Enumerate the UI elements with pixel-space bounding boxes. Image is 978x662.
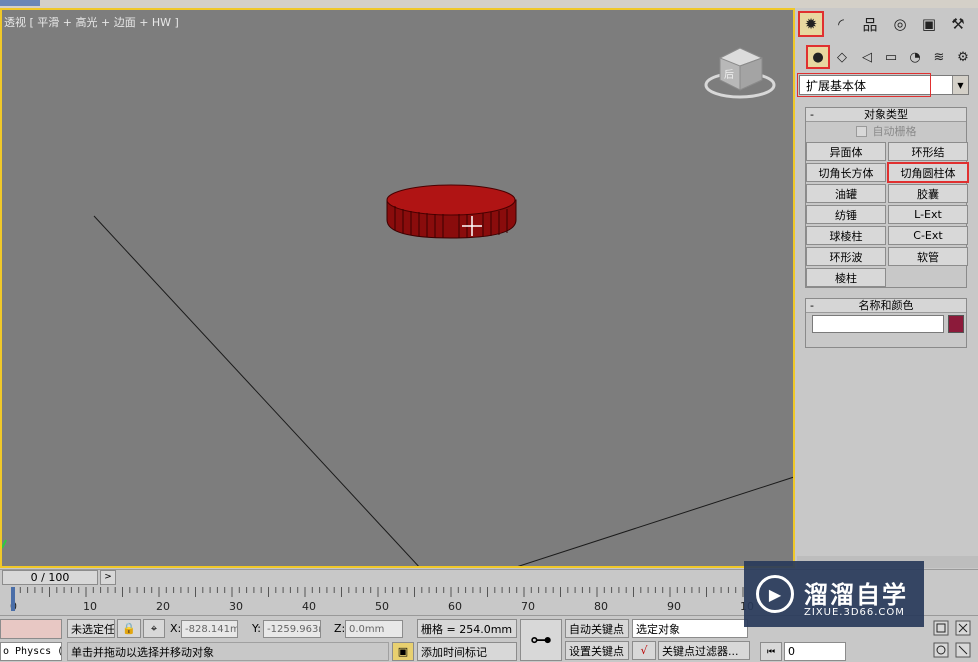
lock-icon[interactable]: 🔒	[117, 619, 141, 638]
viewcube-icon[interactable]	[704, 47, 776, 99]
y-coordinate-input[interactable]: -1259.963mm	[263, 620, 321, 638]
object-type-title: 对象类型	[864, 108, 908, 121]
key-mode-dropdown[interactable]: 选定对象	[632, 619, 748, 638]
absolute-mode-icon[interactable]: ⌖	[143, 619, 165, 638]
autogrid-checkbox[interactable]: 自动栅格	[806, 122, 966, 140]
current-frame-marker[interactable]	[11, 587, 15, 611]
perspective-viewport[interactable]: 后 透视 [ 平滑 + 高光 + 边面 + HW ]	[0, 8, 795, 568]
primitive-buttons: 异面体 环形结 切角长方体 切角圆柱体 油罐 胶囊 纺锤 L-Ext 球棱柱 C…	[806, 140, 969, 287]
go-to-start-icon[interactable]: ⏮	[760, 642, 782, 661]
ruler-tick-label: 60	[448, 600, 462, 613]
maximize-toggle-icon[interactable]	[955, 620, 971, 636]
chamfer-cylinder-object[interactable]	[386, 184, 517, 239]
script-listener-output[interactable]: o Physcs (	[0, 642, 62, 661]
ruler-tick-label: 80	[594, 600, 608, 613]
ruler-tick-label: 90	[667, 600, 681, 613]
key-tangent-icon[interactable]: √	[632, 641, 656, 660]
ruler-tick-label: 50	[375, 600, 389, 613]
watermark-logo: ▶ 溜溜自学 ZIXUE.3D66.COM	[744, 561, 924, 627]
autogrid-label: 自动栅格	[872, 125, 917, 138]
zoom-extents-icon[interactable]	[933, 620, 949, 636]
oil-tank-button[interactable]: 油罐	[806, 184, 886, 203]
utilities-icon[interactable]: ⚒	[946, 12, 970, 36]
helpers-icon[interactable]: ◔	[904, 46, 926, 68]
ruler-tick-label: 70	[521, 600, 535, 613]
cameras-icon[interactable]: ▭	[880, 46, 902, 68]
watermark-title: 溜溜自学	[804, 581, 908, 609]
spindle-button[interactable]: 纺锤	[806, 205, 886, 224]
object-type-rollout: - 对象类型 自动栅格 异面体 环形结 切角长方体 切角圆柱体 油罐 胶囊 纺锤…	[805, 107, 969, 288]
grid-line-right	[517, 476, 793, 566]
hose-button[interactable]: 软管	[888, 247, 968, 266]
next-frame-button[interactable]: >	[100, 570, 116, 585]
grid-line-left	[93, 215, 419, 566]
l-ext-button[interactable]: L-Ext	[888, 205, 968, 224]
object-color-swatch[interactable]	[948, 315, 964, 333]
current-frame-input[interactable]: 0	[784, 642, 846, 661]
object-type-header[interactable]: - 对象类型	[806, 108, 966, 122]
viewport-navigation-controls	[926, 617, 978, 662]
key-mode-value: 选定对象	[636, 622, 680, 636]
ring-wave-button[interactable]: 环形波	[806, 247, 886, 266]
geometry-icon[interactable]: ●	[806, 45, 830, 69]
prism-button[interactable]: 棱柱	[806, 268, 886, 287]
ruler-tick-label: 10	[83, 600, 97, 613]
z-label: Z:	[334, 622, 346, 635]
viewport-scene: 后	[2, 47, 793, 566]
min-max-icon[interactable]	[955, 642, 971, 658]
grid-size-display: 栅格 = 254.0mm	[417, 619, 517, 638]
systems-icon[interactable]: ⚙	[952, 46, 974, 68]
y-label: Y:	[252, 622, 261, 635]
dropdown-highlight	[797, 73, 931, 97]
z-coordinate-input[interactable]: 0.0mm	[345, 620, 403, 638]
maxscript-mini-listener[interactable]	[0, 619, 62, 639]
name-color-rollout: - 名称和颜色	[805, 298, 967, 348]
name-color-title: 名称和颜色	[858, 299, 914, 312]
x-label: X:	[170, 622, 182, 635]
checkbox-icon[interactable]	[855, 125, 867, 137]
display-icon[interactable]: ▣	[917, 12, 941, 36]
chevron-down-icon[interactable]: ▼	[952, 76, 968, 94]
ruler-tick-label: 30	[229, 600, 243, 613]
play-icon: ▶	[756, 575, 794, 613]
collapse-icon[interactable]: -	[810, 299, 814, 312]
axis-tripod-icon	[2, 539, 7, 549]
selection-count: 未选定任	[67, 619, 115, 638]
gengon-button[interactable]: 球棱柱	[806, 226, 886, 245]
ruler-tick-label: 20	[156, 600, 170, 613]
c-ext-button[interactable]: C-Ext	[888, 226, 968, 245]
modify-icon[interactable]: ◜	[829, 12, 853, 36]
spacewarps-icon[interactable]: ≋	[928, 46, 950, 68]
watermark-url: ZIXUE.3D66.COM	[804, 607, 905, 618]
window-tab[interactable]	[0, 0, 40, 6]
title-strip	[0, 0, 978, 8]
chamfer-cyl-button[interactable]: 切角圆柱体	[887, 162, 969, 183]
motion-icon[interactable]: ◎	[888, 12, 912, 36]
x-coordinate-input[interactable]: -828.141mm	[181, 620, 238, 638]
set-key-icon[interactable]: ⊶	[520, 619, 562, 661]
command-panel: ✹ ◜ 品 ◎ ▣ ⚒ ● ◇ ◁ ▭ ◔ ≋ ⚙ 扩展基本体 ▼ - 对象类型…	[797, 8, 978, 568]
set-key-button[interactable]: 设置关键点	[565, 641, 629, 660]
ruler-tick-label: 40	[302, 600, 316, 613]
shapes-icon[interactable]: ◇	[831, 46, 853, 68]
lights-icon[interactable]: ◁	[856, 46, 878, 68]
key-filters-button[interactable]: 关键点过滤器...	[658, 641, 750, 660]
prompt-line: 单击并拖动以选择并移动对象	[67, 642, 389, 661]
capsule-button[interactable]: 胶囊	[888, 184, 968, 203]
create-icon[interactable]: ✹	[798, 11, 824, 37]
collapse-icon[interactable]: -	[810, 108, 814, 121]
frame-counter[interactable]: 0 / 100	[2, 570, 98, 585]
hierarchy-icon[interactable]: 品	[858, 12, 882, 36]
object-name-input[interactable]	[812, 315, 944, 333]
add-time-tag-button[interactable]: 添加时间标记	[417, 642, 517, 661]
chamfer-box-button[interactable]: 切角长方体	[806, 163, 886, 182]
auto-key-button[interactable]: 自动关键点	[565, 619, 629, 638]
name-color-header[interactable]: - 名称和颜色	[806, 299, 966, 313]
time-tag-icon[interactable]: ▣	[392, 642, 414, 661]
orbit-icon[interactable]	[933, 642, 949, 658]
torus-knot-button[interactable]: 环形结	[888, 142, 968, 161]
hedra-button[interactable]: 异面体	[806, 142, 886, 161]
viewcube-face-label: 后	[724, 69, 734, 81]
viewport-label[interactable]: 透视 [ 平滑 + 高光 + 边面 + HW ]	[4, 14, 179, 30]
